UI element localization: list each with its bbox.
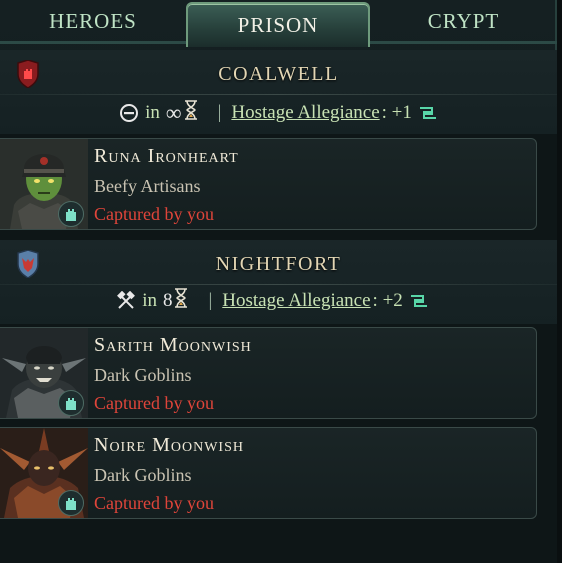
turn-count: ∞	[165, 100, 182, 125]
tab-prison[interactable]: PRISON	[186, 2, 370, 47]
in-label: in	[145, 102, 160, 123]
hero-faction: Beefy Artisans	[94, 176, 201, 196]
divider	[0, 94, 557, 95]
tab-bar: HEROES PRISON CRYPT	[0, 0, 557, 47]
hero-faction: Dark Goblins	[94, 465, 192, 485]
hostage-allegiance-link[interactable]: Hostage Allegiance	[222, 290, 370, 312]
hero-name: Runa Ironheart	[94, 145, 239, 167]
separator-bar: |	[217, 102, 222, 123]
tab-heroes[interactable]: HEROES	[0, 0, 186, 42]
in-label: in	[142, 290, 157, 311]
hero-status: Captured by you	[94, 493, 214, 513]
hero-name: Sarith Moonwish	[94, 334, 252, 356]
rook-icon	[58, 390, 84, 416]
hero-name: Noire Moonwish	[94, 434, 244, 456]
hourglass-icon	[184, 100, 198, 126]
city-section-nightfort: NIGHTFORT in 8 | Hostage Allegiance : +2	[0, 240, 557, 324]
hero-portrait	[0, 328, 88, 418]
hero-portrait	[0, 428, 88, 518]
divider	[0, 284, 557, 285]
allegiance-icon	[409, 294, 429, 308]
hero-status: Captured by you	[94, 393, 214, 413]
siege-info-line: in 8 | Hostage Allegiance : +2	[0, 286, 557, 316]
allegiance-value: : +2	[372, 290, 403, 311]
allegiance-icon	[418, 106, 438, 120]
rook-icon	[58, 490, 84, 516]
city-name: NIGHTFORT	[215, 253, 342, 275]
separator-bar: |	[208, 290, 213, 311]
tab-crypt[interactable]: CRYPT	[370, 0, 557, 42]
hourglass-icon	[174, 288, 188, 314]
scrollbar-track[interactable]	[557, 0, 562, 563]
allegiance-value: : +1	[381, 102, 412, 123]
hostage-allegiance-link[interactable]: Hostage Allegiance	[231, 102, 379, 124]
minus-circle-icon	[119, 103, 139, 123]
city-name: COALWELL	[218, 63, 339, 85]
hero-card[interactable]: Sarith Moonwish Dark Goblins Captured by…	[0, 327, 537, 419]
crossed-hammers-icon	[116, 291, 136, 311]
hero-status: Captured by you	[94, 204, 214, 224]
rook-icon	[58, 201, 84, 227]
turn-count: 8	[162, 290, 173, 311]
hero-card[interactable]: Noire Moonwish Dark Goblins Captured by …	[0, 427, 537, 519]
siege-info-line: in ∞ | Hostage Allegiance : +1	[0, 98, 557, 128]
hero-card[interactable]: Runa Ironheart Beefy Artisans Captured b…	[0, 138, 537, 230]
hero-portrait	[0, 139, 88, 229]
city-section-coalwell: COALWELL in ∞ | Hostage Allegiance : +1	[0, 50, 557, 134]
hero-faction: Dark Goblins	[94, 365, 192, 385]
